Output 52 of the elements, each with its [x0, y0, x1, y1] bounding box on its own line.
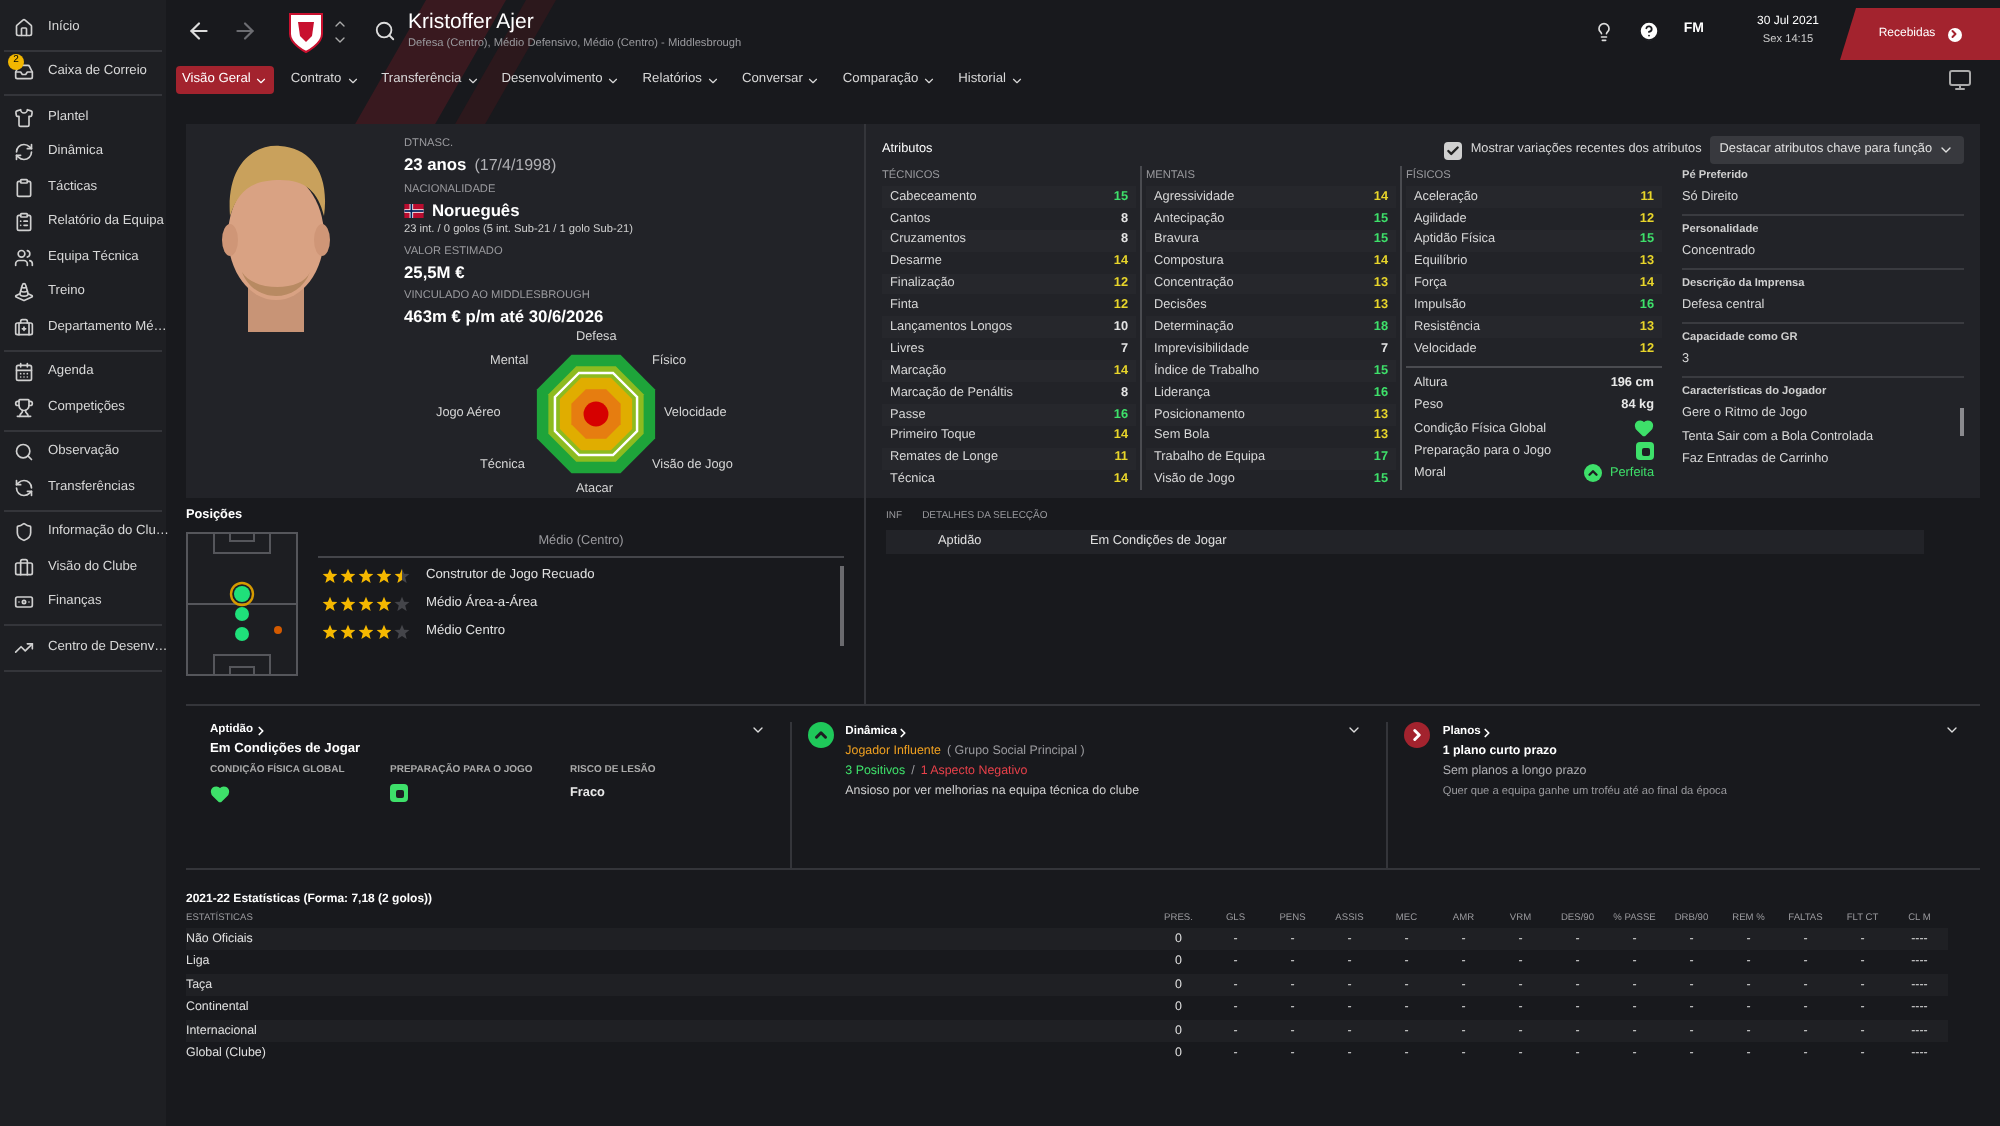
- norway-flag-icon: [404, 204, 424, 218]
- arrow-circle-icon: [1947, 27, 1962, 41]
- calendar-icon: [14, 362, 34, 383]
- caret-icon: [465, 73, 480, 87]
- briefcase-icon: [14, 557, 34, 578]
- banknote-icon: [14, 592, 34, 613]
- medical-bag-icon: [14, 317, 34, 338]
- back-arrow-icon[interactable]: [186, 18, 212, 44]
- help-icon[interactable]: [1637, 20, 1660, 42]
- cycle-icon: [14, 142, 34, 163]
- caret-icon: [806, 73, 821, 87]
- arrows-cycle-icon: [14, 477, 34, 498]
- shirt-icon: [14, 107, 34, 128]
- chevron-right-icon: [896, 725, 911, 739]
- trend-icon: [14, 637, 34, 658]
- market-value: 25,5M €: [404, 262, 467, 284]
- player-name: Kristoffer Ajer: [408, 9, 536, 35]
- caret-icon: [1938, 142, 1954, 158]
- checkbox[interactable]: [1444, 141, 1463, 159]
- cone-icon: [14, 282, 34, 303]
- chevron-right-icon: [1480, 725, 1495, 739]
- birth-date: (17/4/1998): [474, 154, 557, 178]
- trophy-icon: [14, 397, 34, 418]
- search-icon[interactable]: [374, 20, 396, 42]
- expand-chevron-icon[interactable]: [1346, 722, 1363, 738]
- clipboard-icon: [14, 212, 34, 233]
- contract-value: 463m € p/m até 30/6/2026: [404, 306, 606, 328]
- chevron-right-icon: [253, 723, 268, 738]
- forward-arrow-icon[interactable]: [232, 18, 258, 44]
- expand-chevron-icon[interactable]: [1944, 722, 1961, 738]
- heart-icon: [1634, 418, 1654, 439]
- board-icon: [14, 177, 34, 198]
- caret-icon: [254, 73, 269, 87]
- heart-icon: [210, 784, 230, 805]
- club-crest-icon: [286, 9, 326, 53]
- caret-icon: [1009, 73, 1024, 87]
- caret-icon: [922, 73, 937, 87]
- scrollbar[interactable]: [1960, 408, 1964, 436]
- caret-icon: [606, 73, 621, 87]
- age-value: 23 anos: [404, 154, 467, 176]
- caret-icon: [345, 73, 360, 87]
- caret-icon: [705, 73, 720, 87]
- shield-icon: [14, 522, 34, 543]
- scrollbar[interactable]: [840, 565, 844, 646]
- home-icon: [14, 17, 34, 38]
- inbox-icon: [14, 62, 34, 83]
- lightbulb-icon[interactable]: [1593, 21, 1614, 41]
- monitor-icon[interactable]: [1948, 68, 1972, 92]
- search-icon: [14, 442, 34, 463]
- nationality-value: Norueguês: [432, 200, 520, 222]
- people-icon: [14, 247, 34, 268]
- expand-chevron-icon[interactable]: [749, 722, 766, 738]
